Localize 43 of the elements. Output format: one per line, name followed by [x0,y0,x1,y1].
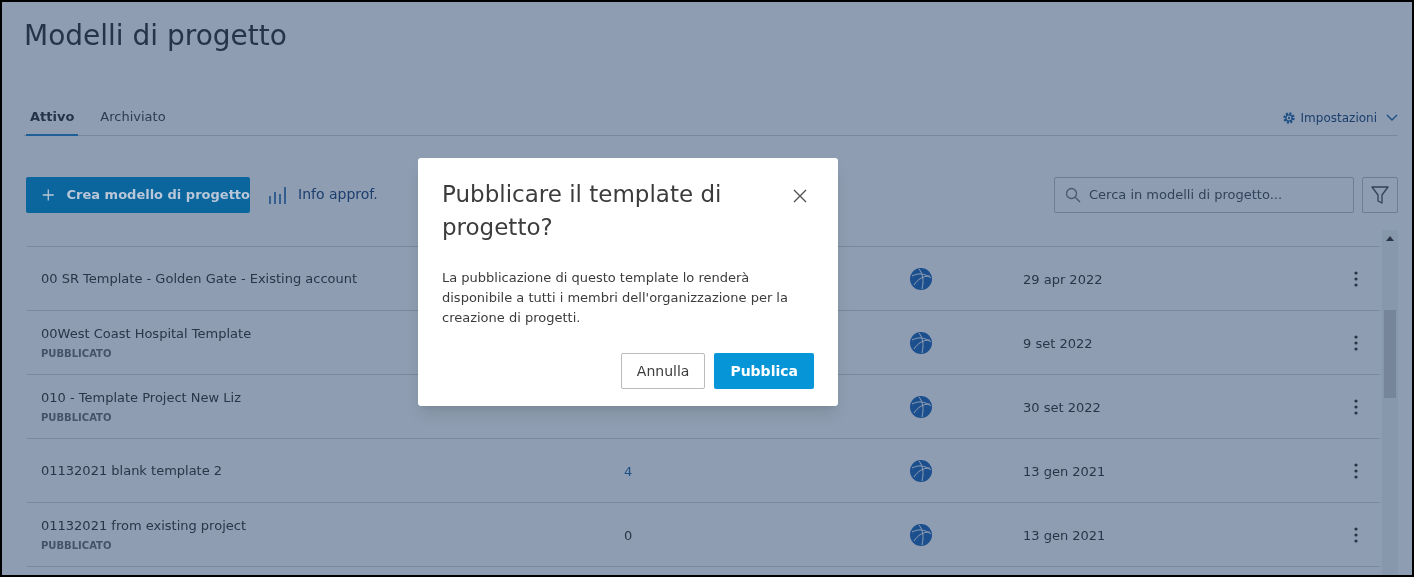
create-template-button[interactable]: Crea modello di progetto [26,176,250,213]
count-text: 0 [624,527,633,543]
template-name[interactable]: 01132021 from existing project [41,516,620,536]
dialog-message: La pubblicazione di questo template lo renderà disponibile a tutti i membri dell'organizzazione per la creazione di progetti. [442,269,789,327]
search-icon [1065,186,1081,203]
date-text: 29 apr 2022 [1023,271,1103,287]
date-text: 30 set 2022 [1023,399,1101,415]
status-label: PUBBLICATO [41,410,113,425]
status-label: PUBBLICATO [41,346,113,361]
search-field[interactable]: Cerca in modelli di progetto... [1054,176,1354,213]
date-text: 9 set 2022 [1023,335,1093,351]
more-icon [1354,462,1358,479]
bar-chart-icon [268,185,288,204]
settings-label: Impostazioni [1300,110,1377,127]
template-name[interactable]: 01132021 blank template 2 [41,460,620,481]
more-icon [1354,334,1358,351]
date-text: 13 gen 2021 [1023,463,1106,479]
filter-icon [1370,184,1390,205]
globe-icon [910,523,932,546]
tab[interactable]: Attivo [26,106,79,136]
chevron-down-icon [1386,114,1398,122]
page-title: Modelli di progetto [24,18,288,54]
close-icon [793,189,807,203]
status-label: PUBBLICATO [41,538,113,553]
dialog-title: Pubblicare il template di progetto? [442,180,723,242]
insights-link[interactable]: Info approf. [268,184,378,205]
more-icon [1354,526,1358,543]
settings-dropdown[interactable]: Impostazioni [1281,109,1398,127]
scroll-up-icon [1386,236,1394,241]
globe-icon [910,267,932,290]
globe-icon [910,395,932,418]
publish-button[interactable]: Pubblica [714,353,814,389]
gear-icon [1281,111,1296,125]
globe-icon [910,331,932,354]
tab[interactable]: Archiviato [96,106,170,136]
more-icon [1354,270,1358,287]
count-link[interactable]: 4 [624,463,633,479]
more-icon [1354,398,1358,415]
date-text: 13 gen 2021 [1023,527,1106,543]
globe-icon [910,459,932,482]
cancel-button[interactable]: Annulla [620,353,706,389]
filter-button[interactable] [1362,176,1398,213]
scrollbar[interactable] [1382,230,1398,575]
